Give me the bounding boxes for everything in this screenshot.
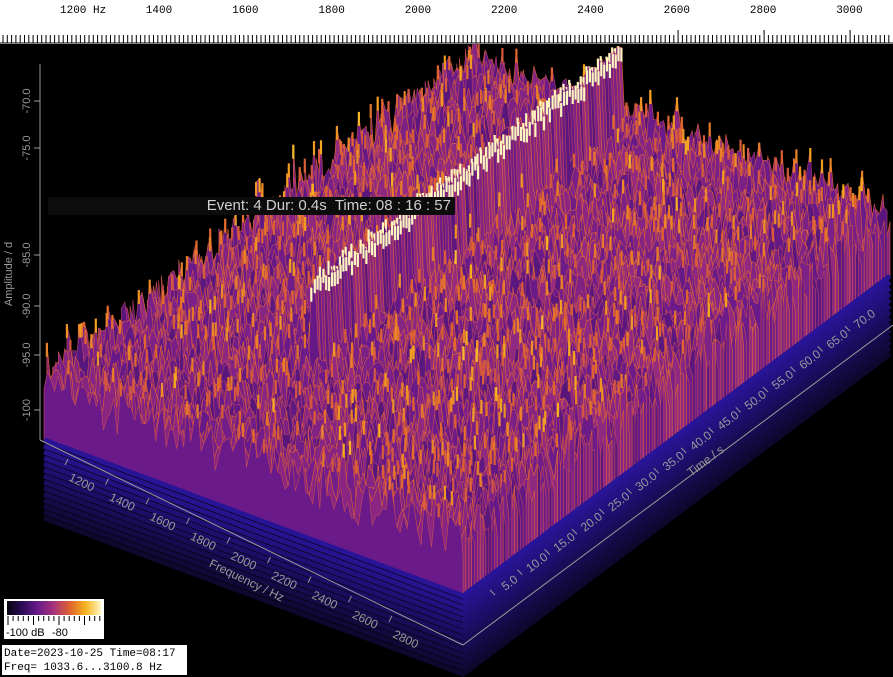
colorbar-gradient	[7, 601, 101, 615]
colorbar-high-label: -80	[52, 627, 68, 639]
colorbar: -100 dB -80	[4, 599, 104, 639]
top-axis-unit-label: 1200 Hz	[60, 5, 106, 17]
top-axis-tick-label: 3000	[836, 5, 862, 17]
amplitude-tick-label: -75.0	[21, 135, 33, 160]
frequency-top-axis: 1200 Hz 1400 1600 1800 2000 2200 2400 2600 2800 3…	[0, 0, 893, 44]
spectrogram-surface	[43, 44, 892, 677]
top-axis-tick-label: 1800	[318, 5, 344, 17]
waterfall-plot: -70.0 -75.0 -85.0 -90.0 -95.0 -100 Amplitude /…	[3, 44, 893, 677]
info-date-time: Date=2023-10-25 Time=08:17	[4, 648, 176, 660]
top-axis-tick-label: 2000	[405, 5, 431, 17]
top-axis-tick-label: 2400	[577, 5, 603, 17]
amplitude-tick-label: -85.0	[21, 242, 33, 267]
amplitude-tick-label: -90.0	[21, 293, 33, 318]
info-frequency-range: Freq= 1033.6...3100.8 Hz	[4, 662, 163, 674]
amplitude-tick-label: -70.0	[21, 88, 33, 113]
amplitude-axis-label: Amplitude / d	[3, 242, 15, 306]
top-axis-tick-label: 1400	[146, 5, 172, 17]
top-axis-tick-label: 1600	[232, 5, 258, 17]
colorbar-low-label: -100 dB	[6, 627, 45, 639]
event-label: Event: 4 Dur: 0.4s Time: 08 : 16 : 57	[48, 197, 455, 215]
top-axis-tick-label: 2600	[664, 5, 690, 17]
info-box: Date=2023-10-25 Time=08:17 Freq= 1033.6..…	[2, 645, 187, 675]
top-axis-tick-label: 2200	[491, 5, 517, 17]
colorbar-ticks	[7, 616, 101, 625]
top-axis-tick-label: 2800	[750, 5, 776, 17]
amplitude-tick-label: -95.0	[21, 342, 33, 367]
amplitude-tick-label: -100	[21, 399, 33, 421]
top-axis-svg: 1200 Hz 1400 1600 1800 2000 2200 2400 2600 2800 3…	[0, 5, 893, 44]
